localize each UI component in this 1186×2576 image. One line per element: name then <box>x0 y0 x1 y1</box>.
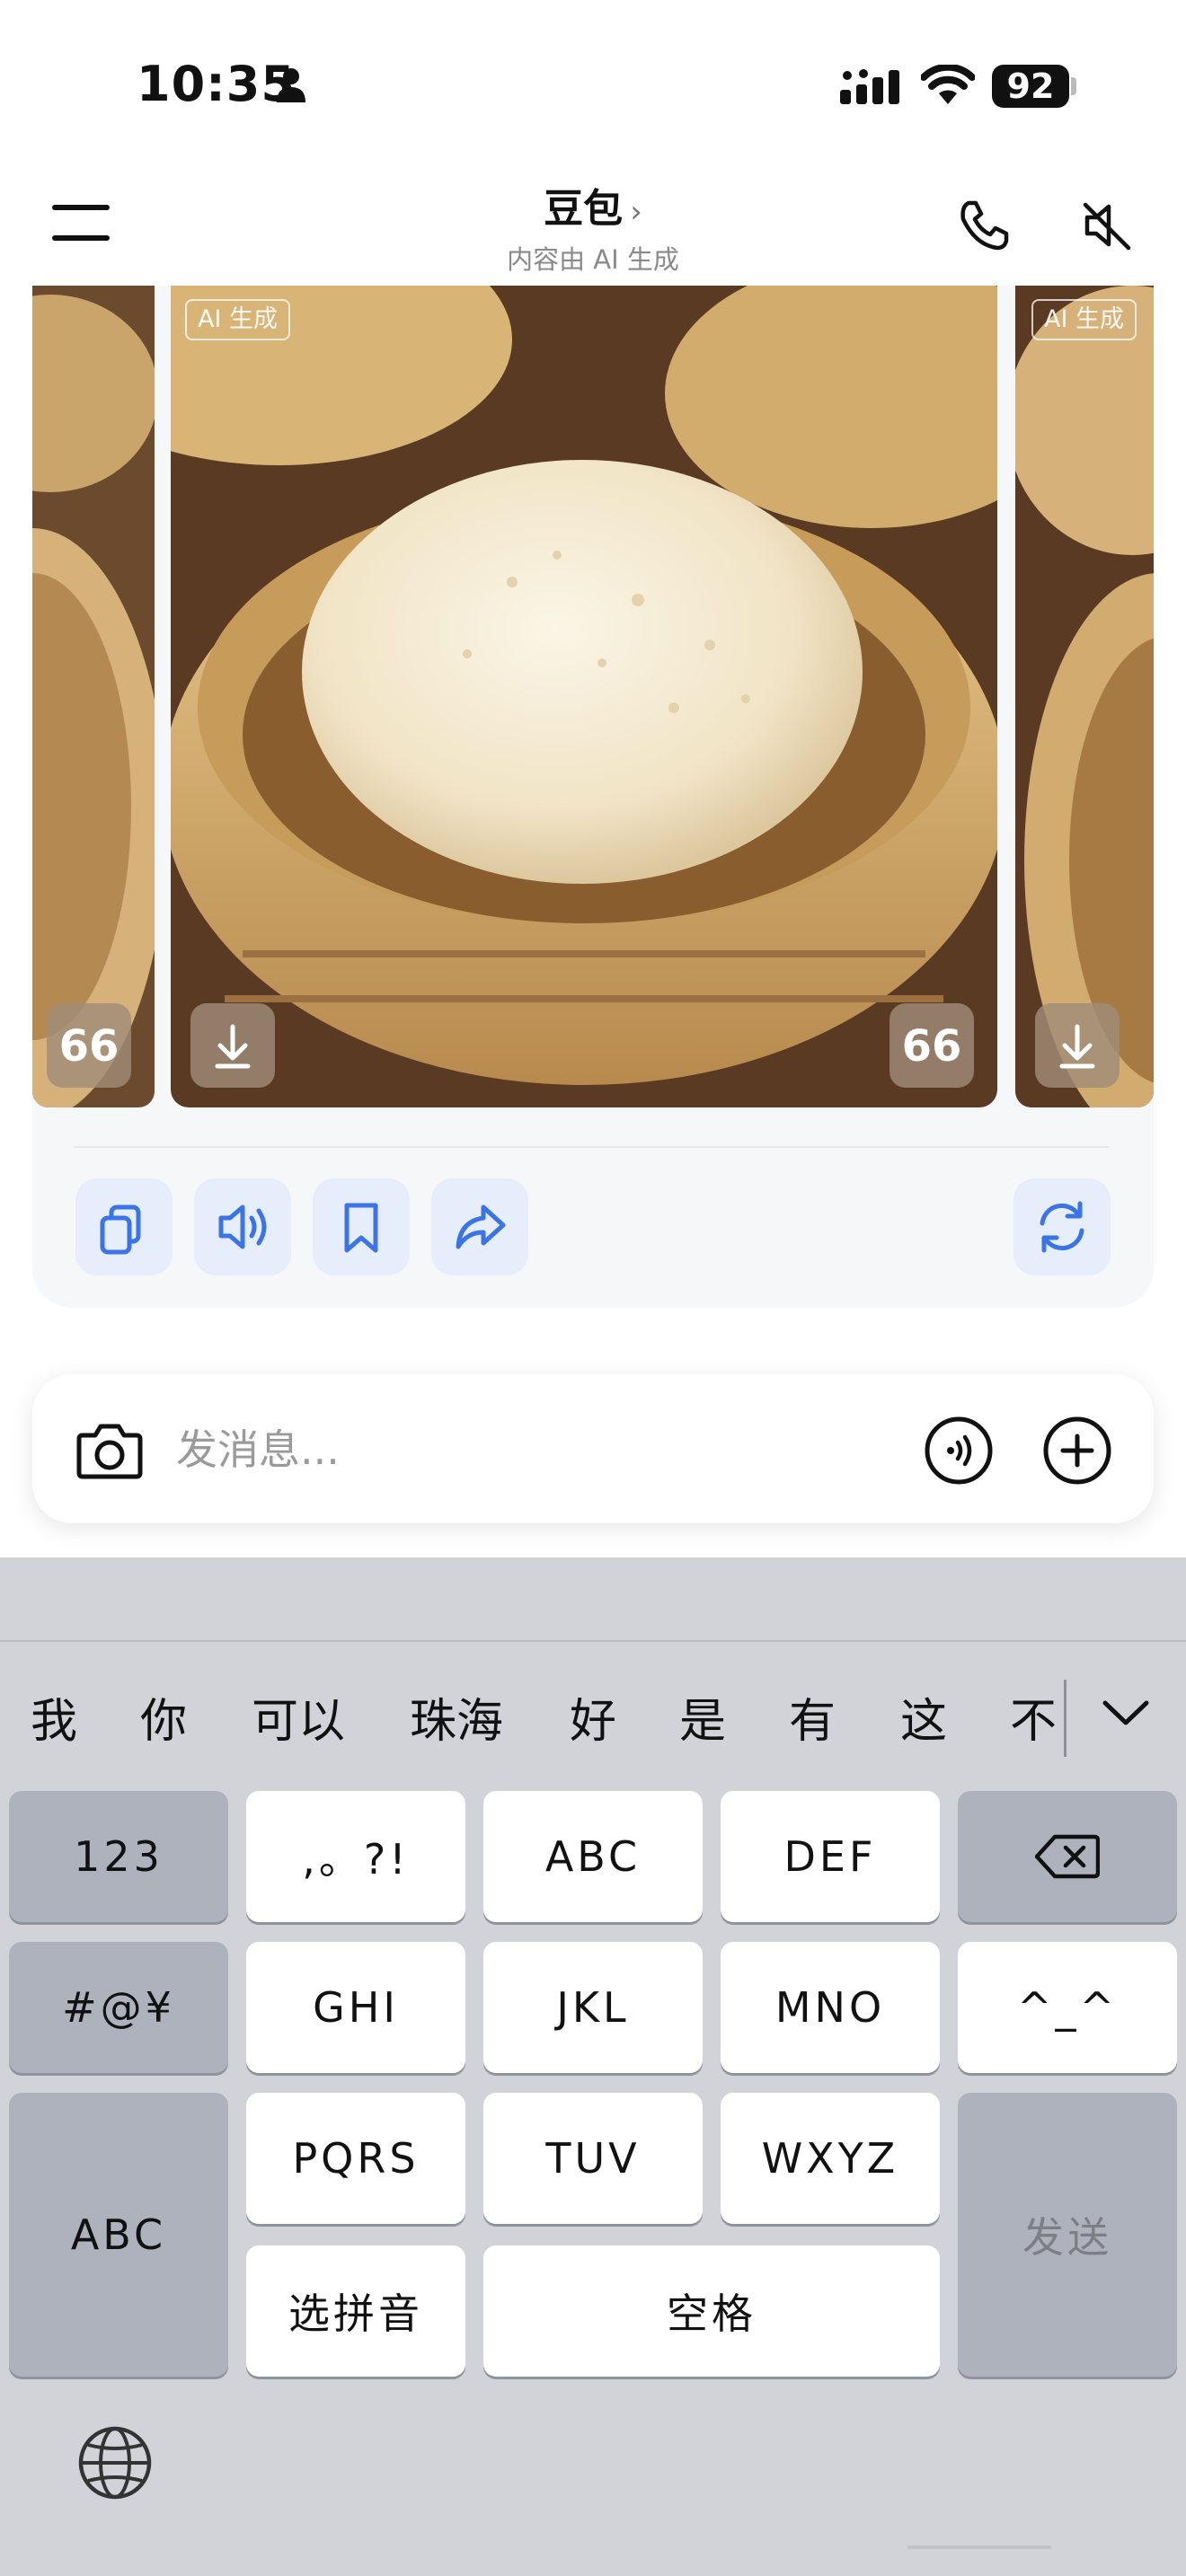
space-key[interactable]: 空格 <box>483 2245 940 2377</box>
message-composer <box>32 1374 1154 1523</box>
status-bar: 10:35 92 <box>0 0 1186 162</box>
key-abc-switch[interactable]: ABC <box>9 2093 228 2377</box>
camera-icon[interactable] <box>75 1417 144 1482</box>
backspace-key[interactable] <box>958 1791 1177 1922</box>
wifi-icon <box>921 65 975 104</box>
svg-text:66: 66 <box>59 1021 119 1072</box>
candidate-word[interactable]: 可以 <box>252 1683 345 1751</box>
status-time: 10:35 <box>137 56 296 112</box>
download-button[interactable] <box>190 1003 275 1088</box>
bot-name[interactable]: 豆包 <box>544 186 623 232</box>
menu-icon[interactable] <box>52 203 110 244</box>
battery-indicator: 92 <box>992 65 1069 108</box>
globe-icon[interactable] <box>75 2423 155 2502</box>
keyboard: 我 你 可以 珠海 好 是 有 这 不 123 ,。?! ABC DEF #@¥… <box>0 1557 1186 2576</box>
candidate-word[interactable]: 你 <box>140 1683 187 1751</box>
divider <box>74 1146 1109 1148</box>
bookmark-button[interactable] <box>313 1178 410 1275</box>
download-button[interactable] <box>1035 1003 1120 1088</box>
keyboard-divider <box>0 1640 1186 1642</box>
candidate-word[interactable]: 这 <box>900 1683 947 1751</box>
candidate-separator <box>1064 1680 1067 1757</box>
chevron-right-icon: › <box>630 194 642 230</box>
message-input[interactable] <box>176 1414 805 1486</box>
quote-button[interactable]: 66 <box>47 1003 131 1088</box>
regenerate-button[interactable] <box>1013 1178 1111 1275</box>
key-wxyz[interactable]: WXYZ <box>721 2093 940 2224</box>
speaker-icon <box>218 1204 267 1249</box>
send-key[interactable]: 发送 <box>958 2093 1177 2377</box>
key-pqrs[interactable]: PQRS <box>246 2093 465 2224</box>
copy-button[interactable] <box>75 1178 173 1275</box>
key-abc[interactable]: ABC <box>483 1791 703 1922</box>
key-emoticon[interactable]: ^_^ <box>958 1942 1177 2073</box>
key-jkl[interactable]: JKL <box>483 1942 703 2073</box>
home-indicator <box>907 2545 1051 2549</box>
candidate-word[interactable]: 我 <box>31 1683 77 1751</box>
candidate-word[interactable]: 好 <box>570 1683 616 1751</box>
download-icon <box>215 1024 251 1069</box>
generated-image-next[interactable] <box>1015 286 1154 1107</box>
chevron-down-icon[interactable] <box>1098 1692 1154 1732</box>
quote-icon: 66 <box>902 1021 962 1072</box>
ai-generated-badge: AI 生成 <box>1031 299 1137 340</box>
generated-image-main[interactable] <box>171 286 997 1107</box>
phone-icon[interactable] <box>956 198 1012 253</box>
key-123[interactable]: 123 <box>9 1791 228 1922</box>
battery-cap <box>1071 77 1076 95</box>
key-punctuation[interactable]: ,。?! <box>246 1791 465 1922</box>
chat-title[interactable]: 豆包 › 内容由 AI 生成 <box>413 176 773 277</box>
quote-icon: 66 <box>59 1021 119 1072</box>
key-mno[interactable]: MNO <box>721 1942 940 2073</box>
download-icon <box>1059 1024 1095 1069</box>
quote-button[interactable]: 66 <box>890 1003 974 1088</box>
generated-image-prev[interactable] <box>32 286 155 1107</box>
svg-text:66: 66 <box>902 1021 962 1072</box>
candidate-word[interactable]: 珠海 <box>410 1683 503 1751</box>
ai-generated-notice: 内容由 AI 生成 <box>507 244 679 275</box>
plus-icon[interactable] <box>1042 1416 1112 1486</box>
ai-generated-badge: AI 生成 <box>185 299 291 340</box>
candidate-word[interactable]: 有 <box>789 1683 836 1751</box>
key-pinyin[interactable]: 选拼音 <box>246 2245 465 2377</box>
share-icon <box>456 1204 506 1249</box>
candidate-word[interactable]: 不 <box>1010 1683 1057 1751</box>
person-icon <box>277 68 305 102</box>
read-aloud-button[interactable] <box>194 1178 291 1275</box>
voice-input-icon[interactable] <box>924 1416 994 1486</box>
backspace-icon <box>1035 1834 1100 1879</box>
key-ghi[interactable]: GHI <box>246 1942 465 2073</box>
candidate-word[interactable]: 是 <box>679 1683 726 1751</box>
regenerate-icon <box>1040 1201 1084 1253</box>
signal-icon <box>840 69 899 104</box>
share-button[interactable] <box>431 1178 528 1275</box>
bookmark-icon <box>344 1203 378 1253</box>
key-def[interactable]: DEF <box>721 1791 940 1922</box>
copy-icon <box>100 1204 141 1255</box>
mute-icon[interactable] <box>1078 198 1134 253</box>
key-symbols[interactable]: #@¥ <box>9 1942 228 2073</box>
key-tuv[interactable]: TUV <box>483 2093 703 2224</box>
